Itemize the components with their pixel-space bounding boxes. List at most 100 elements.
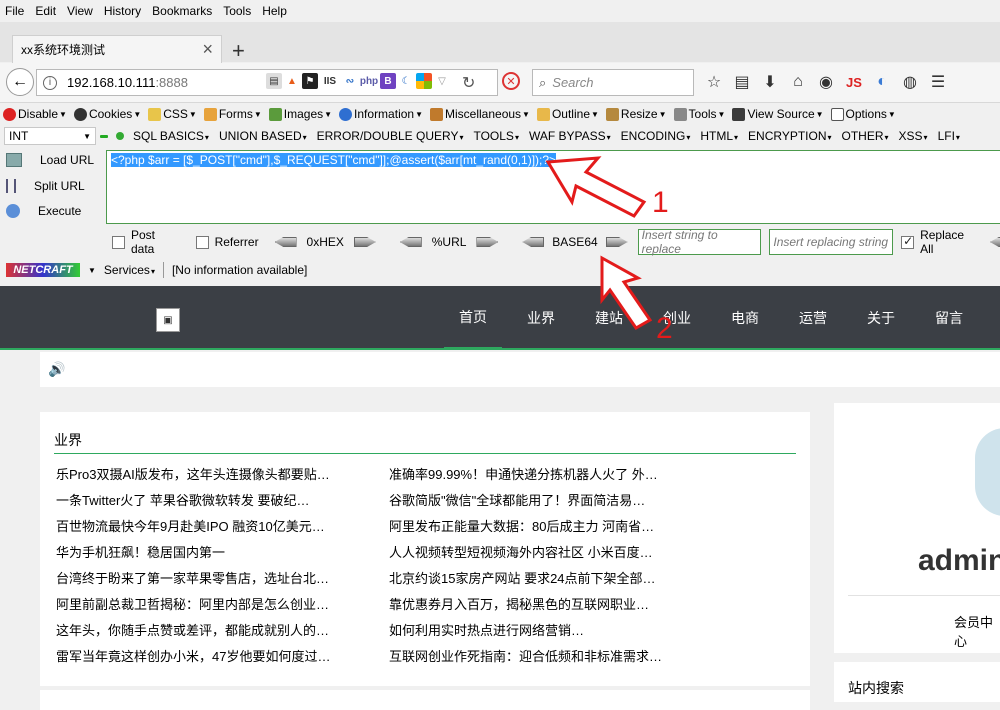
news-link[interactable]: 阿里发布正能量大数据：80后成主力 河南省…	[389, 516, 689, 535]
load-url-button[interactable]: Load URL	[6, 153, 94, 167]
nav-operations[interactable]: 运营	[786, 286, 840, 350]
options-menu[interactable]: Options ▼	[828, 107, 900, 121]
information-menu[interactable]: Information ▼	[336, 107, 427, 121]
divider	[54, 453, 796, 454]
disable-menu[interactable]: Disable ▼	[0, 107, 71, 121]
close-icon[interactable]: ×	[202, 39, 213, 60]
news-link[interactable]: 一条Twitter火了 苹果谷歌微软转发 要破纪…	[56, 490, 356, 509]
flame-icon: ▲	[287, 75, 297, 87]
menu-view[interactable]: View	[62, 4, 99, 18]
reading-list-icon[interactable]: ▤	[732, 72, 752, 92]
execute-button[interactable]: Execute	[6, 204, 81, 218]
news-link[interactable]: 如何利用实时热点进行网络营销…	[389, 620, 689, 639]
menu-sql-basics[interactable]: SQL BASICS▾	[128, 129, 214, 143]
nav-home[interactable]: 首页	[444, 286, 502, 350]
menu-lfi[interactable]: LFI▾	[933, 129, 965, 143]
search-placeholder: Search	[552, 75, 594, 90]
home-icon[interactable]: ⌂	[788, 73, 808, 91]
menu-encryption[interactable]: ENCRYPTION▾	[743, 129, 836, 143]
news-link[interactable]: 准确率99.99%！申通快递分拣机器人火了 外…	[389, 464, 689, 483]
nav-ecommerce[interactable]: 电商	[718, 286, 772, 350]
minus-icon[interactable]	[100, 134, 108, 138]
news-link[interactable]: 靠优惠券月入百万，揭秘黑色的互联网职业…	[389, 594, 689, 613]
split-url-button[interactable]: Split URL	[6, 179, 85, 193]
site-logo-icon[interactable]: ▣	[156, 308, 180, 332]
netcraft-info: [No information available]	[171, 263, 308, 277]
plus-icon[interactable]	[116, 132, 124, 140]
nav-message[interactable]: 留言	[922, 286, 976, 350]
dropdown-icon[interactable]: ▽	[434, 73, 450, 89]
reload-icon[interactable]: ↻	[462, 73, 475, 93]
star-icon[interactable]: ☆	[704, 72, 724, 92]
menu-history[interactable]: History	[99, 4, 147, 18]
menu-icon[interactable]: ☰	[928, 72, 948, 92]
post-data-checkbox[interactable]: Post data	[112, 228, 182, 256]
menu-help[interactable]: Help	[257, 4, 293, 18]
cookies-menu[interactable]: Cookies ▼	[71, 107, 145, 121]
news-link[interactable]: 华为手机狂飙！稳居国内第一	[56, 542, 356, 561]
translate-icon[interactable]: ◐	[872, 73, 892, 91]
news-link[interactable]: 台湾终于盼来了第一家苹果零售店，选址台北…	[56, 568, 356, 587]
menu-file[interactable]: File	[0, 4, 30, 18]
menu-union-based[interactable]: UNION BASED▾	[214, 129, 312, 143]
back-arrow-icon[interactable]: ←	[6, 68, 34, 96]
news-link[interactable]: 阿里前副总裁卫哲揭秘：阿里内部是怎么创业…	[56, 594, 356, 613]
url-encode-arrow-icon[interactable]	[476, 237, 499, 247]
menu-xss[interactable]: XSS▾	[894, 129, 933, 143]
addon-gray-icon[interactable]: ◉	[816, 72, 836, 92]
news-link[interactable]: 雷军当年竟这样创办小米，47岁他要如何度过…	[56, 646, 356, 665]
nav-about[interactable]: 关于	[854, 286, 908, 350]
menu-edit[interactable]: Edit	[30, 4, 62, 18]
netcraft-logo[interactable]: NETCRAFT	[6, 263, 80, 277]
forms-menu[interactable]: Forms ▼	[201, 107, 266, 121]
menu-tools2[interactable]: TOOLS▾	[468, 129, 523, 143]
news-link[interactable]: 人人视频转型短视频海外内容社区 小米百度…	[389, 542, 689, 561]
news-link[interactable]: 北京约谈15家房产网站 要求24点前下架全部…	[389, 568, 689, 587]
miscellaneous-menu[interactable]: Miscellaneous ▼	[427, 107, 534, 121]
replace-all-check[interactable]	[901, 234, 915, 249]
news-link[interactable]: 谷歌简版"微信"全球都能用了！界面简洁易…	[389, 490, 689, 509]
menu-encoding[interactable]: ENCODING▾	[616, 129, 696, 143]
chevron-down-icon[interactable]: ▼	[88, 266, 96, 275]
js-icon[interactable]: JS	[844, 75, 864, 90]
post-data-check[interactable]	[112, 235, 125, 249]
browser-tab[interactable]: xx系统环境测试 ×	[12, 35, 222, 63]
info-icon[interactable]: i	[43, 75, 57, 90]
replace-with-input[interactable]: Insert replacing string	[769, 229, 894, 255]
hex-decode-arrow-icon[interactable]	[274, 237, 297, 247]
menu-error-double[interactable]: ERROR/DOUBLE QUERY▾	[312, 129, 469, 143]
tools-menu[interactable]: Tools ▼	[671, 107, 730, 121]
referrer-checkbox[interactable]: Referrer	[195, 235, 259, 249]
referrer-check[interactable]	[195, 235, 209, 249]
block-icon[interactable]: ✕	[502, 72, 520, 90]
hex-encode-arrow-icon[interactable]	[353, 237, 376, 247]
view-source-menu[interactable]: View Source ▼	[729, 107, 827, 121]
profile-name: admin	[918, 544, 1000, 577]
news-link[interactable]: 互联网创业作死指南：迎合低频和非标准需求…	[389, 646, 689, 665]
speaker-icon[interactable]: 🔊	[48, 361, 65, 378]
news-link[interactable]: 这年头，你随手点赞或差评，都能成就别人的…	[56, 620, 356, 639]
menu-bookmarks[interactable]: Bookmarks	[147, 4, 218, 18]
menu-tools[interactable]: Tools	[218, 4, 257, 18]
resize-menu[interactable]: Resize ▼	[603, 107, 671, 121]
services-menu[interactable]: Services▾	[104, 263, 155, 277]
images-menu[interactable]: Images ▼	[266, 107, 336, 121]
url-decode-arrow-icon[interactable]	[399, 237, 422, 247]
search-input[interactable]: ⌕ Search	[532, 69, 694, 96]
palette-icon[interactable]: ◍	[900, 72, 920, 92]
download-icon[interactable]: ⬇	[760, 72, 780, 92]
news-link[interactable]: 百世物流最快今年9月赴美IPO 融资10亿美元…	[56, 516, 356, 535]
replace-arrow-icon[interactable]	[990, 237, 1000, 247]
new-tab-icon[interactable]: +	[232, 38, 245, 64]
menu-html[interactable]: HTML▾	[695, 129, 743, 143]
annotation-arrow-1	[545, 156, 647, 218]
load-url-icon	[6, 153, 22, 167]
css-menu[interactable]: CSS ▼	[145, 107, 201, 121]
replace-all-checkbox[interactable]: Replace All	[901, 228, 980, 256]
type-select[interactable]: INT ▼	[4, 127, 96, 145]
news-link[interactable]: 乐Pro3双摄AI版发布，这年头连摄像头都要贴…	[56, 464, 356, 483]
outline-menu[interactable]: Outline ▼	[534, 107, 603, 121]
menu-other[interactable]: OTHER▾	[837, 129, 894, 143]
member-center-link[interactable]: 会员中心	[954, 612, 1000, 650]
menu-waf-bypass[interactable]: WAF BYPASS▾	[524, 129, 616, 143]
